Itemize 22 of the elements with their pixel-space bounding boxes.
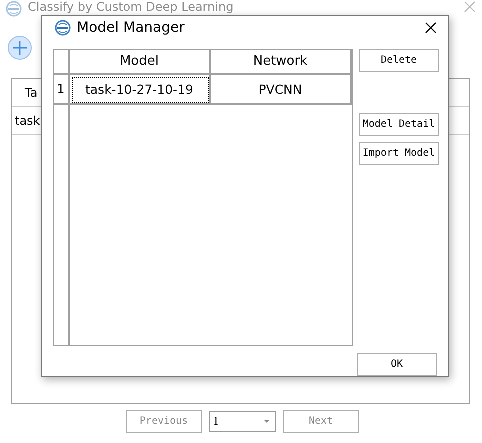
logo-icon — [55, 20, 71, 36]
column-header: Network — [211, 50, 352, 75]
logo-icon — [6, 1, 22, 17]
row-number: 1 — [54, 75, 70, 105]
action-button[interactable]: Import Model — [359, 142, 439, 165]
table-cell[interactable]: task-10-27-10-19 — [70, 75, 211, 105]
next-button[interactable]: Next — [283, 410, 359, 433]
table-cell[interactable]: PVCNN — [211, 75, 352, 105]
action-button[interactable]: Delete — [359, 49, 439, 72]
page-dropdown[interactable]: 1 — [209, 411, 276, 432]
caret-icon — [264, 420, 270, 423]
column-header: Model — [70, 50, 211, 75]
action-button[interactable]: Model Detail — [359, 113, 439, 136]
column-header: Ta — [25, 86, 38, 100]
window-title: Classify by Custom Deep Learning — [28, 1, 234, 14]
table-cell: task — [15, 114, 40, 128]
ok-button[interactable]: OK — [357, 353, 437, 376]
close-icon[interactable] — [425, 22, 437, 34]
add-button[interactable] — [8, 36, 32, 60]
dialog-title: Model Manager — [77, 20, 185, 36]
previous-button[interactable]: Previous — [126, 410, 202, 433]
plus-icon — [13, 41, 27, 55]
